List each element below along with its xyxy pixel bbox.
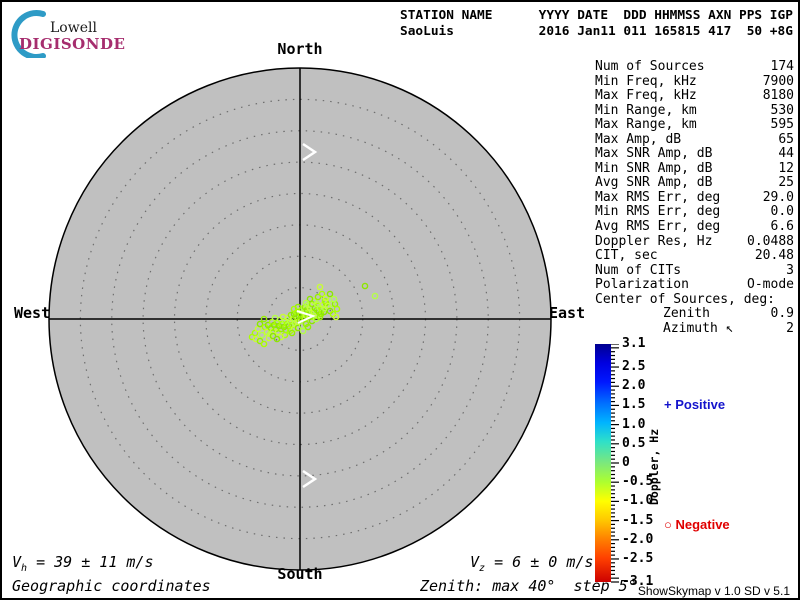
stat-row: Min Freq, kHz 7900 bbox=[595, 73, 794, 90]
showskymap-window: Lowell DIGISONDE STATION NAME YYYY DATE … bbox=[0, 0, 800, 600]
compass-label-south: South bbox=[277, 565, 323, 583]
stat-label: Min Freq, kHz bbox=[595, 73, 697, 89]
stat-value: 0.0 bbox=[770, 204, 794, 220]
stat-row: Azimuth ↖ 2 bbox=[595, 320, 794, 337]
stat-row: Min Range, km 530 bbox=[595, 102, 794, 119]
stat-value: 44 bbox=[778, 146, 794, 162]
stats-panel: Num of Sources 174 Min Freq, kHz 7900 Max Fr… bbox=[595, 59, 794, 337]
colorbar-tick-label: 2.5 bbox=[622, 359, 646, 375]
logo-text-digisonde: DIGISONDE bbox=[19, 35, 126, 53]
colorbar-tick-label: 0 bbox=[622, 455, 630, 470]
stat-row: Min SNR Amp, dB 12 bbox=[595, 160, 794, 177]
stat-row: Max RMS Err, deg 29.0 bbox=[595, 189, 794, 206]
stat-label: Min RMS Err, deg bbox=[595, 204, 721, 220]
stat-value: 29.0 bbox=[762, 189, 794, 205]
stat-value: 2 bbox=[786, 320, 794, 336]
stat-label: Max Freq, kHz bbox=[595, 88, 697, 104]
colorbar-axis-title: Doppler, Hz bbox=[647, 428, 661, 506]
station-header-line2: SaoLuis 2016 Jan11 011 165815 417 50 +8G bbox=[400, 24, 793, 39]
legend-positive: + Positive bbox=[664, 397, 726, 412]
colorbar-tick-label: 1.0 bbox=[622, 416, 646, 432]
stat-value: 0.9 bbox=[770, 306, 794, 322]
stat-row: Avg SNR Amp, dB 25 bbox=[595, 176, 794, 191]
stat-label: Max SNR Amp, dB bbox=[595, 146, 713, 162]
stat-label: Max Range, km bbox=[595, 117, 697, 133]
stat-row: Max SNR Amp, dB 44 bbox=[595, 147, 794, 162]
stat-section-header: Center of Sources, deg: bbox=[595, 291, 776, 307]
stat-label: Num of Sources bbox=[595, 59, 705, 74]
vertical-velocity-label: Vz = 6 ± 0 m/s bbox=[470, 553, 594, 574]
zenith-scale-note: Zenith: max 40° step 5° bbox=[420, 577, 637, 595]
stat-row: Max Range, km 595 bbox=[595, 118, 794, 133]
compass-label-east: East bbox=[549, 304, 586, 322]
stat-value: 595 bbox=[770, 117, 794, 133]
stat-value: 65 bbox=[778, 131, 794, 147]
stat-label: Avg RMS Err, deg bbox=[595, 219, 721, 235]
stat-label: Min Range, km bbox=[595, 102, 697, 118]
stat-value: 0.0488 bbox=[747, 233, 794, 249]
stat-value: 12 bbox=[778, 160, 794, 176]
lowell-digisonde-logo: Lowell DIGISONDE bbox=[10, 6, 130, 58]
stat-row: Num of CITs 3 bbox=[595, 262, 794, 279]
compass-label-west: West bbox=[14, 304, 51, 322]
doppler-colorbar: 3.1 2.5 2.0 1.5 1.0 0.5 0 -0.5 -1.0 -1.5 -2.0 -2.5-… bbox=[595, 336, 685, 589]
colorbar-tick-label: 0.5 bbox=[622, 435, 646, 451]
stat-row: Doppler Res, Hz 0.0488 bbox=[595, 233, 794, 250]
colorbar-tick-label: -2.5 bbox=[622, 550, 654, 566]
stat-value: 3 bbox=[786, 262, 794, 278]
stat-row: Zenith 0.9 bbox=[595, 307, 794, 322]
colorbar-gradient bbox=[595, 344, 611, 582]
stat-label: Num of CITs bbox=[595, 262, 682, 278]
stat-value: 6.6 bbox=[770, 219, 794, 235]
stat-label: Doppler Res, Hz bbox=[595, 233, 713, 249]
stat-label: CIT, sec bbox=[595, 248, 658, 264]
horizontal-velocity-label: Vh = 39 ± 11 m/s bbox=[12, 553, 154, 574]
stat-row: Max Amp, dB 65 bbox=[595, 131, 794, 148]
stat-label: Max RMS Err, deg bbox=[595, 189, 721, 205]
station-header-line1: STATION NAME YYYY DATE DDD HHMMSS AXN PP… bbox=[400, 8, 793, 23]
colorbar-tick-label: 3.1 bbox=[622, 336, 646, 351]
stat-row: Avg RMS Err, deg 6.6 bbox=[595, 219, 794, 235]
stat-value: O-mode bbox=[747, 277, 794, 293]
stat-label: Max Amp, dB bbox=[595, 131, 682, 147]
coordinates-label: Geographic coordinates bbox=[12, 577, 211, 595]
stat-label: Zenith bbox=[663, 306, 710, 322]
stat-label: Avg SNR Amp, dB bbox=[595, 175, 713, 191]
stat-row: Max Freq, kHz 8180 bbox=[595, 89, 794, 104]
stat-value: 530 bbox=[770, 102, 794, 118]
stat-row: Polarization O-mode bbox=[595, 278, 794, 293]
stat-value: 8180 bbox=[762, 88, 794, 104]
stat-label: Min SNR Amp, dB bbox=[595, 160, 713, 176]
stat-value: 174 bbox=[770, 59, 794, 74]
legend-negative: ○ Negative bbox=[664, 517, 730, 532]
stat-label: Azimuth ↖ bbox=[663, 320, 734, 336]
colorbar-tick-label: -2.0 bbox=[622, 531, 654, 547]
stat-value: 20.48 bbox=[754, 248, 794, 264]
colorbar-tick-label: -1.5 bbox=[622, 512, 654, 528]
stat-value: 7900 bbox=[762, 73, 794, 89]
stat-row: Min RMS Err, deg 0.0 bbox=[595, 205, 794, 220]
stat-label: Polarization bbox=[595, 277, 689, 293]
colorbar-tick-label: 2.0 bbox=[622, 378, 646, 394]
logo-text-lowell: Lowell bbox=[50, 20, 97, 36]
stat-row: Num of Sources 174 bbox=[595, 59, 794, 75]
version-label: ShowSkymap v 1.0 SD v 5.1 bbox=[637, 584, 790, 598]
stat-row: CIT, sec 20.48 bbox=[595, 249, 794, 264]
compass-label-north: North bbox=[277, 40, 323, 58]
colorbar-tick-label: 1.5 bbox=[622, 397, 646, 413]
stat-value: 25 bbox=[778, 175, 794, 191]
